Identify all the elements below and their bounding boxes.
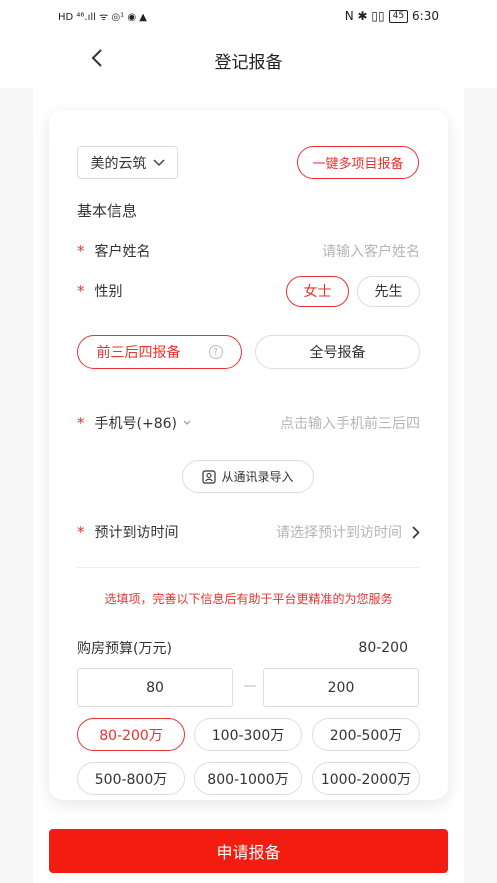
report-mode-row: 前三后四报备 ? 全号报备 xyxy=(77,335,420,369)
page-title: 登记报备 xyxy=(214,52,283,73)
chevron-right-icon xyxy=(412,525,420,539)
full-number-mode-button[interactable]: 全号报备 xyxy=(255,335,420,369)
help-icon[interactable]: ? xyxy=(208,345,223,359)
required-mark: * xyxy=(77,282,85,300)
budget-option[interactable]: 500-800万 xyxy=(77,762,185,795)
visit-time-label: 预计到访时间 xyxy=(94,525,179,541)
partial-number-mode-label: 前三后四报备 xyxy=(96,345,181,361)
report-form-card: 美的云筑 一键多项目报备 基本信息 * 客户姓名 请输入客户姓名 * 性别 女士… xyxy=(49,110,448,800)
basic-info-heading: 基本信息 xyxy=(77,202,138,220)
contacts-icon xyxy=(202,469,217,484)
budget-option[interactable]: 100-300万 xyxy=(194,718,302,751)
customer-name-input[interactable]: 请输入客户姓名 xyxy=(322,241,420,261)
gender-row: * 性别 女士 先生 xyxy=(77,275,420,307)
budget-option[interactable]: 80-200万 xyxy=(77,718,185,751)
customer-name-label: 客户姓名 xyxy=(94,244,151,260)
optional-tip: 选填项，完善以下信息后有助于平台更精准的为您服务 xyxy=(104,592,393,606)
budget-min-input[interactable]: 80 xyxy=(77,668,233,707)
customer-name-row[interactable]: * 客户姓名 请输入客户姓名 xyxy=(77,238,420,264)
project-select-label: 美的云筑 xyxy=(90,155,147,172)
status-right-icons: N ✱ ▯▯ xyxy=(344,9,385,23)
budget-option[interactable]: 200-500万 xyxy=(312,718,420,751)
status-bar: HD ⁴⁶.ıll ᯤ ◎¹ ◉ ▲ N ✱ ▯▯ 45 6:30 xyxy=(0,0,497,32)
gender-male-button[interactable]: 先生 xyxy=(357,275,420,307)
required-mark: * xyxy=(77,523,85,541)
required-mark: * xyxy=(77,242,85,260)
required-mark: * xyxy=(77,414,85,432)
chevron-down-icon xyxy=(183,420,191,425)
import-contacts-label: 从通讯录导入 xyxy=(221,470,294,484)
import-contacts-button[interactable]: 从通讯录导入 xyxy=(182,460,314,493)
gender-female-button[interactable]: 女士 xyxy=(286,275,349,307)
project-select[interactable]: 美的云筑 xyxy=(77,146,178,179)
phone-row[interactable]: * 手机号(+86) 点击输入手机前三后四 xyxy=(77,410,420,436)
partial-number-mode-button[interactable]: 前三后四报备 ? xyxy=(77,335,242,369)
budget-label: 购房预算(万元) xyxy=(77,641,172,657)
submit-report-button[interactable]: 申请报备 xyxy=(49,829,448,873)
chevron-down-icon xyxy=(152,158,165,166)
multi-project-report-button[interactable]: 一键多项目报备 xyxy=(297,146,419,179)
budget-range-display: 80-200 xyxy=(358,640,408,656)
phone-country-code[interactable]: 手机号(+86) xyxy=(95,413,177,433)
nav-bar: 登记报备 xyxy=(0,32,497,88)
budget-header-row: 购房预算(万元) 80-200 xyxy=(77,635,420,661)
budget-option[interactable]: 800-1000万 xyxy=(194,762,302,795)
phone-input[interactable]: 点击输入手机前三后四 xyxy=(280,413,420,433)
divider xyxy=(77,567,420,568)
budget-separator: — xyxy=(243,678,257,694)
status-time: 6:30 xyxy=(412,9,439,23)
gender-label: 性别 xyxy=(94,284,123,300)
budget-option[interactable]: 1000-2000万 xyxy=(312,762,420,795)
budget-max-input[interactable]: 200 xyxy=(263,668,419,707)
visit-time-picker[interactable]: 请选择预计到访时间 xyxy=(276,522,402,542)
back-icon[interactable] xyxy=(86,46,110,70)
status-left-icons: HD ⁴⁶.ıll ᯤ ◎¹ ◉ ▲ xyxy=(58,12,147,23)
visit-time-row[interactable]: * 预计到访时间 请选择预计到访时间 xyxy=(77,519,420,545)
battery-icon: 45 xyxy=(388,9,409,23)
status-right: N ✱ ▯▯ 45 6:30 xyxy=(345,9,439,23)
